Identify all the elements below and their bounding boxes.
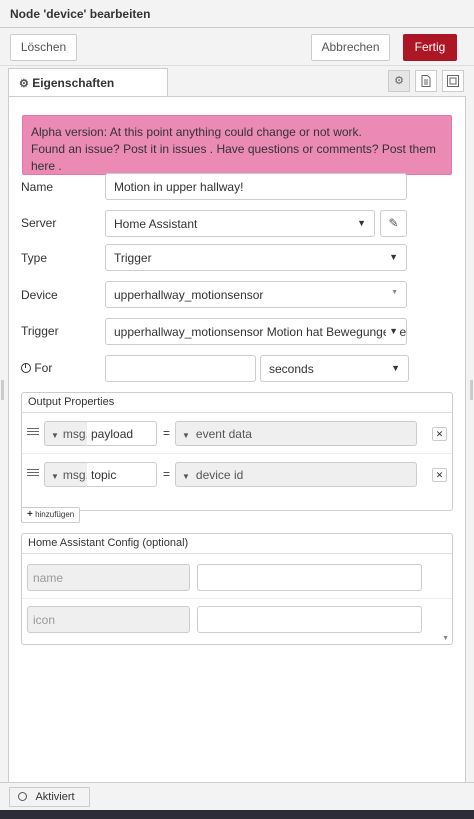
edit-tray: Node 'device' bearbeiten Löschen Abbrech…: [0, 0, 474, 819]
property-type-select[interactable]: ▼ msg.: [44, 421, 89, 446]
chevron-down-icon: ▼: [391, 363, 400, 373]
ha-config-title: Home Assistant Config (optional): [22, 534, 452, 554]
type-select[interactable]: Trigger ▼: [105, 244, 407, 271]
resize-handle[interactable]: [1, 380, 4, 400]
cancel-button[interactable]: Abbrechen: [311, 34, 390, 61]
drag-handle-icon[interactable]: [27, 426, 39, 436]
property-value-select[interactable]: ▼ device id: [175, 462, 417, 487]
server-select[interactable]: Home Assistant ▼: [105, 210, 375, 237]
resize-handle[interactable]: [470, 380, 473, 400]
gear-icon: ⚙: [19, 78, 29, 90]
property-name-input[interactable]: topic: [87, 462, 157, 487]
tab-bar: ⚙ Eigenschaften ⚙: [0, 66, 474, 96]
server-label: Server: [21, 216, 57, 230]
type-value: Trigger: [114, 251, 152, 265]
trigger-value: upperhallway_motionsensor Motion hat Bew…: [114, 325, 407, 339]
enabled-toggle-label: Aktiviert: [35, 791, 75, 803]
tab-properties[interactable]: ⚙ Eigenschaften: [8, 68, 168, 96]
caret-down-icon: ▼: [391, 289, 398, 296]
bottom-bar: [0, 810, 474, 819]
add-property-button[interactable]: + hinzufügen: [21, 507, 81, 523]
output-properties-fieldset: Output Properties ▼ msg. payload = ▼ event…: [21, 392, 453, 511]
alert-text: Found an issue? Post it in: [31, 142, 170, 156]
output-property-row: ▼ msg. payload = ▼ event data ✕: [22, 414, 452, 454]
for-label-row: For: [21, 361, 52, 375]
device-select[interactable]: upperhallway_motionsensor ▼: [105, 281, 407, 308]
chevron-down-icon: ▼: [386, 326, 398, 336]
for-label: For: [34, 361, 53, 375]
alert-text: . Have questions or comments? Post them: [209, 142, 436, 156]
config-value-input[interactable]: [197, 606, 422, 633]
chevron-down-icon: ▼: [389, 252, 398, 262]
tray-title: Node 'device' bearbeiten: [0, 0, 474, 28]
delete-property-button[interactable]: ✕: [432, 427, 447, 441]
close-icon: ✕: [435, 470, 444, 480]
delete-button[interactable]: Löschen: [10, 34, 77, 61]
config-icon-input[interactable]: icon: [27, 606, 190, 633]
plus-icon: +: [27, 509, 33, 520]
config-name-input[interactable]: name: [27, 564, 190, 591]
chevron-down-icon: ▼: [357, 218, 366, 228]
ha-config-fieldset: Home Assistant Config (optional) name ic…: [21, 533, 453, 645]
scroll-down-icon[interactable]: ▼: [442, 635, 449, 642]
tray-toolbar: Löschen Abbrechen Fertig: [0, 28, 474, 66]
type-label: Type: [21, 251, 48, 265]
drag-handle-icon[interactable]: [27, 467, 39, 477]
alpha-warning-alert: Alpha version: At this point anything co…: [22, 115, 452, 175]
msg-prefix-label: msg.: [62, 427, 89, 441]
property-value-label: event data: [195, 427, 252, 441]
alert-line-1: Alpha version: At this point anything co…: [31, 125, 362, 139]
ha-config-row: icon: [22, 599, 452, 643]
pencil-icon: ✎: [388, 216, 399, 230]
name-label: Name: [21, 180, 54, 194]
gear-icon: ⚙: [394, 75, 404, 87]
trigger-select[interactable]: upperhallway_motionsensor Motion hat Bew…: [105, 318, 407, 345]
caret-down-icon: ▼: [51, 431, 59, 440]
document-icon: [421, 75, 431, 87]
for-input[interactable]: [105, 355, 256, 382]
edit-server-button[interactable]: ✎: [380, 210, 407, 237]
properties-panel: Alpha version: At this point anything co…: [8, 96, 466, 782]
issues-link[interactable]: issues: [172, 142, 206, 156]
caret-down-icon: ▼: [182, 431, 190, 440]
enabled-toggle[interactable]: Aktiviert: [9, 787, 90, 807]
caret-down-icon: ▼: [182, 472, 190, 481]
property-value-label: device id: [195, 468, 244, 482]
done-button[interactable]: Fertig: [403, 34, 457, 61]
property-value-select[interactable]: ▼ event data: [175, 421, 417, 446]
for-unit-select[interactable]: seconds ▼: [260, 355, 409, 382]
circle-icon: [18, 792, 27, 801]
device-label: Device: [21, 288, 58, 302]
msg-prefix-label: msg.: [62, 468, 89, 482]
tab-properties-label: Eigenschaften: [32, 76, 115, 90]
settings-tab-button[interactable]: ⚙: [388, 70, 410, 92]
clock-icon: [21, 363, 31, 373]
tray-footer: Aktiviert: [0, 782, 474, 810]
delete-property-button[interactable]: ✕: [432, 468, 447, 482]
appearance-tab-button[interactable]: [442, 70, 464, 92]
trigger-label: Trigger: [21, 324, 59, 338]
server-value: Home Assistant: [114, 217, 198, 231]
output-property-row: ▼ msg. topic = ▼ device id ✕: [22, 455, 452, 495]
alert-line-2: Found an issue? Post it in issues . Have…: [31, 141, 443, 175]
equals-sign: =: [163, 426, 171, 440]
device-value: upperhallway_motionsensor: [114, 288, 264, 302]
name-input[interactable]: Motion in upper hallway!: [105, 173, 407, 200]
output-properties-title: Output Properties: [22, 393, 452, 413]
property-name-input[interactable]: payload: [87, 421, 157, 446]
alert-text: .: [58, 159, 62, 173]
for-unit-value: seconds: [269, 362, 314, 376]
description-tab-button[interactable]: [415, 70, 437, 92]
close-icon: ✕: [435, 429, 444, 439]
add-property-label: hinzufügen: [35, 510, 75, 519]
appearance-icon: [447, 75, 459, 87]
config-value-input[interactable]: [197, 564, 422, 591]
caret-down-icon: ▼: [51, 472, 59, 481]
equals-sign: =: [163, 467, 171, 481]
ha-config-row: name: [22, 555, 452, 599]
property-type-select[interactable]: ▼ msg.: [44, 462, 89, 487]
here-link[interactable]: here: [31, 159, 55, 173]
